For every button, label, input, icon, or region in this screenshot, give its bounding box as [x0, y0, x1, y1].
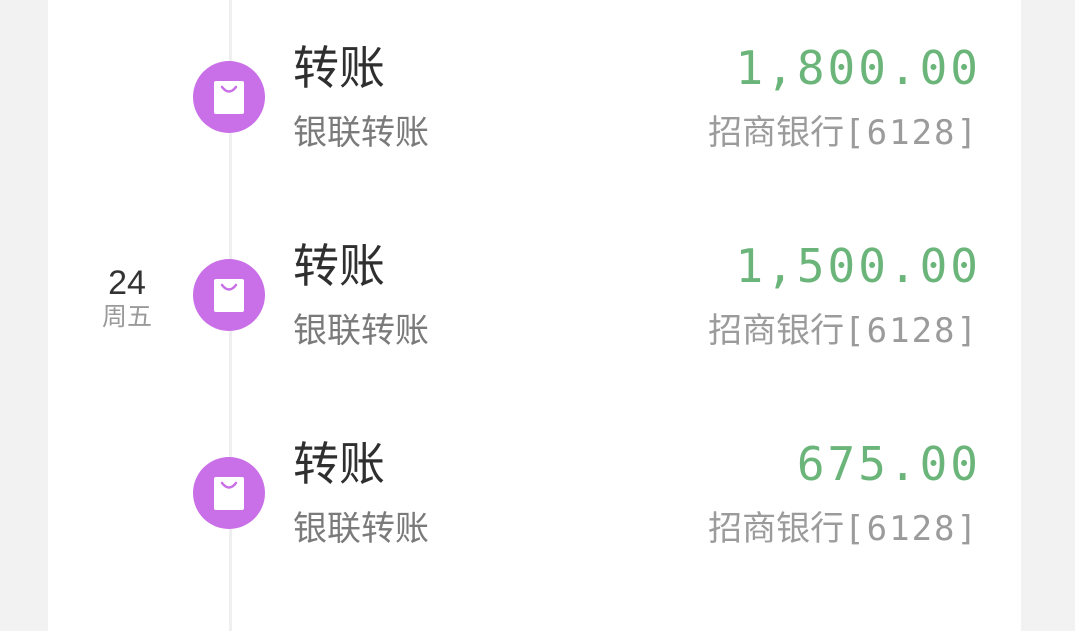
bank-name: 招商银行: [708, 113, 845, 153]
transaction-amount: 1,500.00: [735, 239, 981, 293]
account-number: [6128]: [844, 311, 979, 351]
transaction-account: 招商银行[6128]: [708, 509, 979, 549]
transaction-row[interactable]: 转账 银联转账 1,800.00 招商银行[6128]: [0, 41, 1075, 211]
shopping-bag-icon: [193, 259, 265, 331]
transaction-subtitle: 银联转账: [293, 311, 429, 351]
transaction-row[interactable]: 转账 银联转账 675.00 招商银行[6128]: [0, 437, 1075, 607]
transaction-title: 转账: [293, 437, 385, 491]
bank-name: 招商银行: [708, 311, 845, 351]
transaction-account: 招商银行[6128]: [708, 311, 979, 351]
account-number: [6128]: [844, 113, 979, 153]
transaction-title: 转账: [293, 41, 385, 95]
transaction-subtitle: 银联转账: [293, 113, 429, 153]
account-number: [6128]: [844, 509, 979, 549]
shopping-bag-icon: [193, 61, 265, 133]
transaction-amount: 675.00: [796, 437, 981, 491]
transaction-amount: 1,800.00: [735, 41, 981, 95]
transaction-subtitle: 银联转账: [293, 509, 429, 549]
shopping-bag-icon: [193, 457, 265, 529]
bank-name: 招商银行: [708, 509, 845, 549]
transaction-title: 转账: [293, 239, 385, 293]
transaction-row[interactable]: 转账 银联转账 1,500.00 招商银行[6128]: [0, 239, 1075, 409]
transaction-account: 招商银行[6128]: [708, 113, 979, 153]
